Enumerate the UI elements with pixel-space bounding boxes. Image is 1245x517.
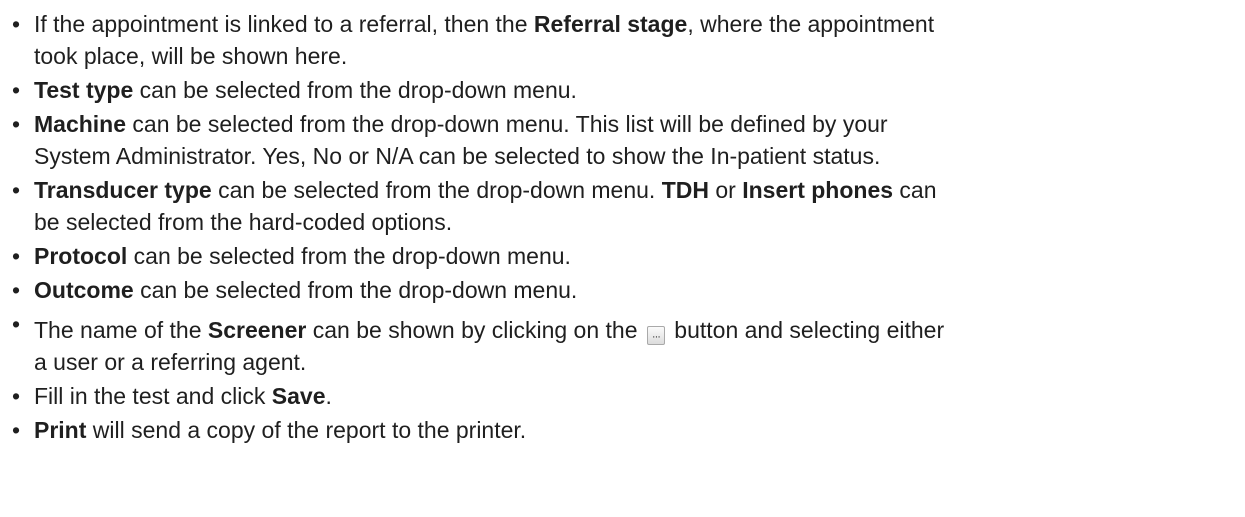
list-item-referral-stage: • If the appointment is linked to a refe… <box>0 8 1245 72</box>
bullet-icon: • <box>12 111 21 137</box>
list-item-print: • Print will send a copy of the report t… <box>0 414 1245 446</box>
bullet-icon: • <box>12 417 21 443</box>
term-insert-phones: Insert phones <box>742 177 894 203</box>
document-page: • If the appointment is linked to a refe… <box>0 0 1245 517</box>
term-machine: Machine <box>34 111 127 137</box>
term-test-type: Test type <box>34 77 134 103</box>
bullet-icon: • <box>12 177 21 203</box>
bullet-icon: • <box>12 311 21 337</box>
term-tdh: TDH <box>661 177 709 203</box>
list-item-screener: • The name of the Screener can be shown … <box>0 311 1245 378</box>
bullet-icon: • <box>12 383 21 409</box>
instruction-list: • If the appointment is linked to a refe… <box>0 8 1245 448</box>
list-item-outcome: • Outcome can be selected from the drop-… <box>0 274 1245 306</box>
term-transducer-type: Transducer type <box>34 177 212 203</box>
bullet-icon: • <box>12 277 21 303</box>
term-referral-stage: Referral stage <box>533 11 688 37</box>
list-item-machine: • Machine can be selected from the drop-… <box>0 108 1245 172</box>
list-item-save: • Fill in the test and click Save. <box>0 380 1245 412</box>
term-outcome: Outcome <box>34 277 134 303</box>
list-item-transducer-type: • Transducer type can be selected from t… <box>0 174 1245 238</box>
term-print: Print <box>34 417 87 443</box>
list-item-test-type: • Test type can be selected from the dro… <box>0 74 1245 106</box>
list-item-protocol: • Protocol can be selected from the drop… <box>0 240 1245 272</box>
bullet-icon: • <box>12 11 21 37</box>
bullet-icon: • <box>12 77 21 103</box>
term-save: Save <box>271 383 326 409</box>
bullet-icon: • <box>12 243 21 269</box>
term-protocol: Protocol <box>34 243 128 269</box>
term-screener: Screener <box>207 317 307 343</box>
ellipsis-button-icon[interactable]: ··· <box>646 326 665 345</box>
